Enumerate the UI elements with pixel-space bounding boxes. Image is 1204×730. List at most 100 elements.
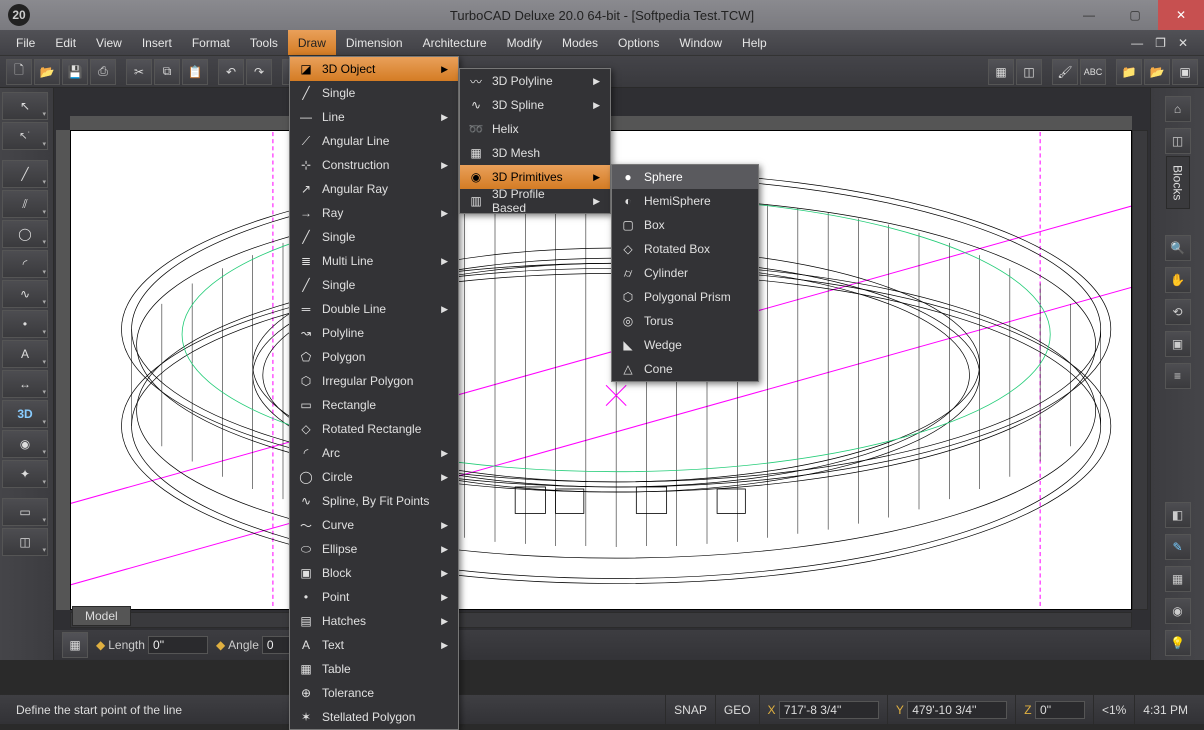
3dprim-item-polygonal-prism[interactable]: ⬡Polygonal Prism — [612, 285, 758, 309]
draw-item-point[interactable]: •Point▶ — [290, 585, 458, 609]
3dprim-item-torus[interactable]: ◎Torus — [612, 309, 758, 333]
folder-2-button[interactable]: 📂 — [1144, 59, 1170, 85]
draw-item-ellipse[interactable]: ⬭Ellipse▶ — [290, 537, 458, 561]
menu-help[interactable]: Help — [732, 30, 777, 55]
right-pan[interactable]: ✋ — [1165, 267, 1191, 293]
menu-modes[interactable]: Modes — [552, 30, 608, 55]
menu-insert[interactable]: Insert — [132, 30, 182, 55]
save-all-button[interactable]: ⎙ — [90, 59, 116, 85]
menu-draw[interactable]: Draw — [288, 30, 336, 55]
draw-item-construction[interactable]: ⊹Construction▶ — [290, 153, 458, 177]
menu-edit[interactable]: Edit — [45, 30, 86, 55]
menu-file[interactable]: File — [6, 30, 45, 55]
save-button[interactable]: 💾 — [62, 59, 88, 85]
open-file-button[interactable]: 📂 — [34, 59, 60, 85]
right-layers[interactable]: ≡ — [1165, 363, 1191, 389]
tool-select[interactable]: ↖▾ — [2, 92, 48, 120]
mdi-close-icon[interactable]: ✕ — [1178, 36, 1188, 50]
menu-architecture[interactable]: Architecture — [413, 30, 497, 55]
draw-item-multi-line[interactable]: ≣Multi Line▶ — [290, 249, 458, 273]
draw-item-spline-by-fit-points[interactable]: ∿Spline, By Fit Points — [290, 489, 458, 513]
right-orbit[interactable]: ⟲ — [1165, 299, 1191, 325]
draw-item-text[interactable]: AText▶ — [290, 633, 458, 657]
tool-point-select[interactable]: ↖˙▾ — [2, 122, 48, 150]
tool-dimension[interactable]: ↔▾ — [2, 370, 48, 398]
tool-star[interactable]: ✦▾ — [2, 460, 48, 488]
tool-line[interactable]: ╱▾ — [2, 160, 48, 188]
tool-double-line[interactable]: ⫽▾ — [2, 190, 48, 218]
draw-item-block[interactable]: ▣Block▶ — [290, 561, 458, 585]
3dobject-item-3d-spline[interactable]: ∿3D Spline▶ — [460, 93, 610, 117]
tool-3d[interactable]: 3D▾ — [2, 400, 48, 428]
tool-curve[interactable]: ∿▾ — [2, 280, 48, 308]
3dobject-item-3d-profile-based[interactable]: ▥3D Profile Based▶ — [460, 189, 610, 213]
blocks-tab[interactable]: Blocks — [1166, 156, 1190, 209]
menu-options[interactable]: Options — [608, 30, 669, 55]
right-edit-tool[interactable]: ✎ — [1165, 534, 1191, 560]
view-button-1[interactable]: ▦ — [988, 59, 1014, 85]
close-button[interactable]: ✕ — [1158, 0, 1204, 30]
3dobject-item-3d-mesh[interactable]: ▦3D Mesh — [460, 141, 610, 165]
draw-item-arc[interactable]: ◜Arc▶ — [290, 441, 458, 465]
tool-primitive[interactable]: ◉▾ — [2, 430, 48, 458]
menu-view[interactable]: View — [86, 30, 132, 55]
menu-format[interactable]: Format — [182, 30, 240, 55]
menu-window[interactable]: Window — [669, 30, 732, 55]
right-materials[interactable]: ◉ — [1165, 598, 1191, 624]
maximize-button[interactable]: ▢ — [1112, 0, 1158, 30]
3dprim-item-sphere[interactable]: ●Sphere — [612, 165, 758, 189]
redo-button[interactable]: ↷ — [246, 59, 272, 85]
draw-item-angular-ray[interactable]: ↗Angular Ray — [290, 177, 458, 201]
copy-button[interactable]: ⧉ — [154, 59, 180, 85]
tool-circle[interactable]: ◯▾ — [2, 220, 48, 248]
draw-item-single[interactable]: ╱Single — [290, 273, 458, 297]
folder-button[interactable]: 📁 — [1116, 59, 1142, 85]
menu-modify[interactable]: Modify — [497, 30, 552, 55]
3dobject-item-3d-primitives[interactable]: ◉3D Primitives▶ — [460, 165, 610, 189]
right-eraser[interactable]: ◧ — [1165, 502, 1191, 528]
menu-tools[interactable]: Tools — [240, 30, 288, 55]
draw-item-double-line[interactable]: ═Double Line▶ — [290, 297, 458, 321]
status-snap[interactable]: SNAP — [665, 695, 715, 724]
3dprim-item-cone[interactable]: △Cone — [612, 357, 758, 381]
draw-item-line[interactable]: —Line▶ — [290, 105, 458, 129]
draw-item-rectangle[interactable]: ▭Rectangle — [290, 393, 458, 417]
draw-item-irregular-polygon[interactable]: ⬡Irregular Polygon — [290, 369, 458, 393]
tool-arc[interactable]: ◜▾ — [2, 250, 48, 278]
3dprim-item-rotated-box[interactable]: ◇Rotated Box — [612, 237, 758, 261]
mdi-minimize-icon[interactable]: — — [1131, 36, 1143, 50]
draw-item-hatches[interactable]: ▤Hatches▶ — [290, 609, 458, 633]
draw-item-curve[interactable]: 〜Curve▶ — [290, 513, 458, 537]
box-button[interactable]: ▣ — [1172, 59, 1198, 85]
tool-misc[interactable]: ◫▾ — [2, 528, 48, 556]
draw-item-polyline[interactable]: ↝Polyline — [290, 321, 458, 345]
draw-item-ray[interactable]: →Ray▶ — [290, 201, 458, 225]
right-tool-2[interactable]: ◫ — [1165, 128, 1191, 154]
undo-button[interactable]: ↶ — [218, 59, 244, 85]
right-zoom-extents[interactable]: 🔍 — [1165, 235, 1191, 261]
view-button-2[interactable]: ◫ — [1016, 59, 1042, 85]
right-lights[interactable]: 💡 — [1165, 630, 1191, 656]
right-tool-1[interactable]: ⌂ — [1165, 96, 1191, 122]
3dprim-item-hemisphere[interactable]: ◐HemiSphere — [612, 189, 758, 213]
menu-dimension[interactable]: Dimension — [336, 30, 413, 55]
minimize-button[interactable]: — — [1066, 0, 1112, 30]
draw-item-single[interactable]: ╱Single — [290, 225, 458, 249]
draw-item-polygon[interactable]: ⬠Polygon — [290, 345, 458, 369]
tool-text[interactable]: A▾ — [2, 340, 48, 368]
cut-button[interactable]: ✂ — [126, 59, 152, 85]
length-input[interactable] — [148, 636, 208, 654]
3dobject-item-helix[interactable]: ➿Helix — [460, 117, 610, 141]
new-file-button[interactable]: 🗋 — [6, 59, 32, 85]
3dprim-item-box[interactable]: ▢Box — [612, 213, 758, 237]
draw-item-table[interactable]: ▦Table — [290, 657, 458, 681]
draw-item-single[interactable]: ╱Single — [290, 81, 458, 105]
3dprim-item-cylinder[interactable]: ⌭Cylinder — [612, 261, 758, 285]
right-palette[interactable]: ▦ — [1165, 566, 1191, 592]
draw-item-circle[interactable]: ◯Circle▶ — [290, 465, 458, 489]
3dobject-item-3d-polyline[interactable]: 〰3D Polyline▶ — [460, 69, 610, 93]
paste-button[interactable]: 📋 — [182, 59, 208, 85]
propbar-toggle[interactable]: ▦ — [62, 632, 88, 658]
text-label-button[interactable]: ABC — [1080, 59, 1106, 85]
status-geo[interactable]: GEO — [715, 695, 759, 724]
